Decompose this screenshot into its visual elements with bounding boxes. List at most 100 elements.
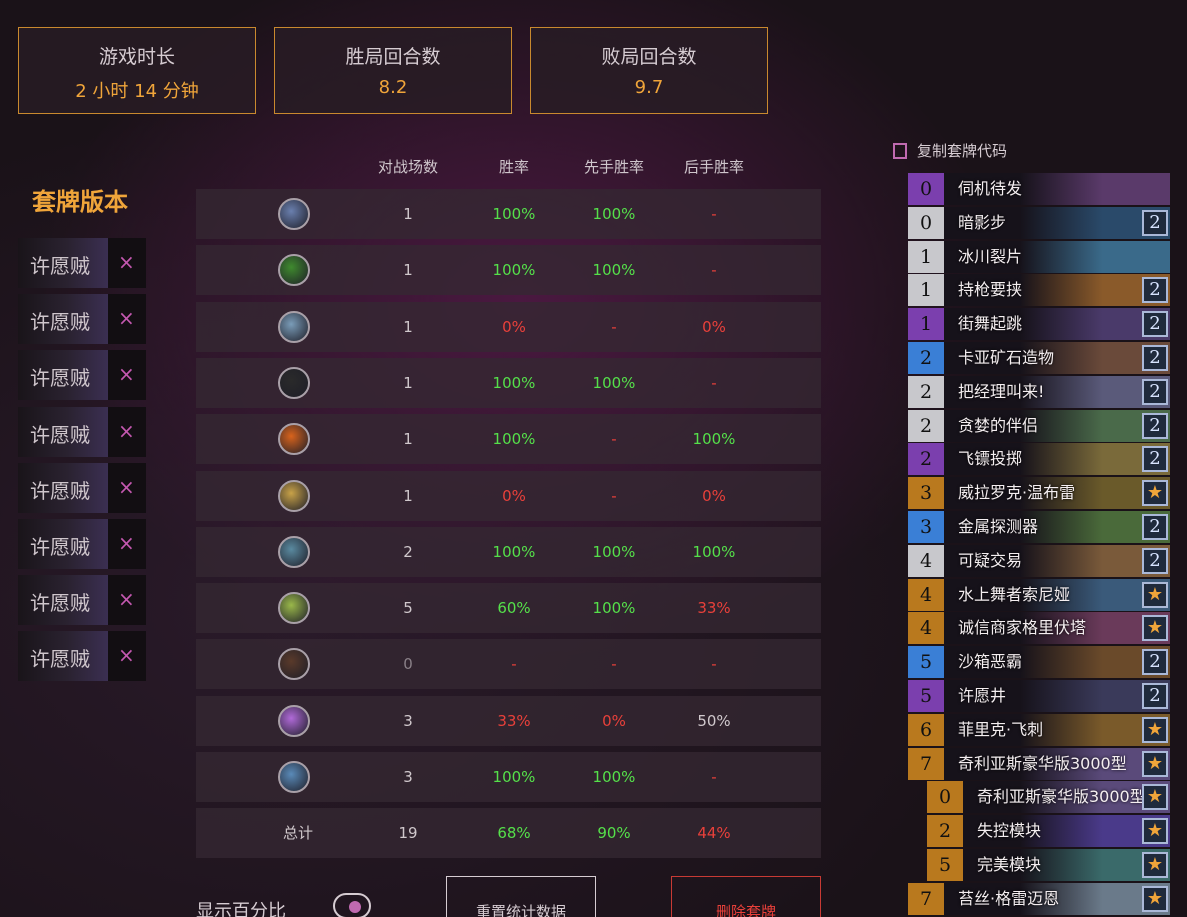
remove-version-button[interactable]: × — [118, 419, 135, 443]
second-winrate-cell: 100% — [692, 430, 736, 449]
warrior-class-icon — [278, 535, 310, 568]
deck-card[interactable]: 3 金属探测器 2 — [908, 511, 1170, 543]
card-count-badge: 2 — [1142, 547, 1168, 574]
remove-version-button[interactable]: × — [118, 643, 135, 667]
card-name: 冰川裂片 — [958, 246, 1023, 266]
deck-version-name: 许愿贼 — [30, 366, 90, 391]
remove-version-button[interactable]: × — [118, 587, 135, 611]
card-cost: 0 — [927, 781, 963, 814]
header-games: 对战场数 — [377, 158, 438, 176]
deck-version-item[interactable]: 许愿贼 × — [18, 631, 146, 682]
deck-version-item[interactable]: 许愿贼 × — [18, 462, 146, 513]
deck-card[interactable]: 4 可疑交易 2 — [908, 544, 1170, 577]
card-count-badge: 2 — [1142, 683, 1168, 709]
copy-deck-code-label: 复制套牌代码 — [917, 142, 1008, 160]
deck-version-item[interactable]: 许愿贼 × — [18, 519, 146, 569]
deck-card[interactable]: 5 完美模块 ★ — [927, 849, 1170, 881]
deck-card[interactable]: 3 威拉罗克·温布雷 ★ — [908, 477, 1170, 510]
remove-version-button[interactable]: × — [118, 250, 135, 274]
remove-version-button[interactable]: × — [118, 531, 135, 555]
card-name: 沙箱恶霸 — [958, 652, 1023, 672]
deck-card[interactable]: 6 菲里克·飞刺 ★ — [908, 713, 1170, 746]
copy-deck-code-button[interactable]: 复制套牌代码 — [893, 140, 1007, 161]
second-winrate-cell: 0% — [702, 317, 726, 336]
deck-card[interactable]: 1 街舞起跳 2 — [908, 308, 1170, 341]
second-winrate-cell: 100% — [692, 542, 736, 561]
matchup-row: 3 100% 100% - — [196, 752, 821, 802]
deck-card[interactable]: 0 伺机待发 — [908, 173, 1170, 205]
card-count-badge: 2 — [1142, 446, 1168, 473]
card-cost: 0 — [908, 173, 944, 205]
deck-version-name: 许愿贼 — [30, 254, 90, 278]
card-name: 金属探测器 — [958, 517, 1039, 536]
show-percent-label: 显示百分比 — [196, 901, 286, 917]
card-count-badge: 2 — [1142, 345, 1168, 371]
legendary-star-icon: ★ — [1142, 750, 1168, 777]
deck-card[interactable]: 5 许愿井 2 — [908, 680, 1170, 712]
legendary-star-icon: ★ — [1142, 784, 1168, 811]
reset-stats-button[interactable]: 重置统计数据 — [446, 876, 596, 917]
card-name: 贪婪的伴侣 — [958, 415, 1039, 435]
games-cell: 0 — [403, 655, 413, 674]
card-name: 暗影步 — [958, 212, 1007, 232]
card-count-badge: 2 — [1142, 514, 1168, 540]
deck-version-name: 许愿贼 — [30, 310, 90, 335]
warlock-class-icon — [278, 648, 310, 681]
delete-deck-button[interactable]: 删除套牌 — [671, 876, 821, 917]
deck-card[interactable]: 2 失控模块 ★ — [927, 815, 1170, 848]
deck-version-item[interactable]: 许愿贼 × — [18, 238, 146, 288]
remove-version-button[interactable]: × — [118, 306, 135, 330]
deck-card[interactable]: 2 飞镖投掷 2 — [908, 443, 1170, 476]
games-cell: 1 — [403, 261, 413, 280]
hunter-class-icon — [278, 254, 310, 287]
card-cost: 7 — [908, 747, 944, 780]
matchup-row: 0--- — [196, 639, 821, 690]
second-winrate-cell: - — [711, 373, 717, 392]
games-cell: 3 — [403, 711, 413, 730]
deck-card[interactable]: 7 奇利亚斯豪华版3000型 ★ — [908, 747, 1170, 780]
deck-card[interactable]: 0 暗影步 2 — [908, 206, 1170, 239]
deck-version-item[interactable]: 许愿贼 × — [18, 294, 146, 345]
deck-version-item[interactable]: 许愿贼 × — [18, 575, 146, 626]
card-cost: 0 — [908, 206, 944, 239]
card-name: 失控模块 — [977, 821, 1042, 841]
show-percent-toggle[interactable] — [333, 893, 371, 917]
remove-version-button[interactable]: × — [118, 475, 135, 499]
deck-versions-title: 套牌版本 — [32, 188, 128, 216]
card-cost: 5 — [927, 849, 963, 881]
deck-card[interactable]: 2 卡亚矿石造物 2 — [908, 342, 1170, 374]
deck-version-name: 许愿贼 — [30, 478, 90, 503]
second-winrate-cell: - — [711, 655, 717, 674]
card-name: 奇利亚斯豪华版3000型 — [977, 787, 1146, 807]
games-cell: 19 — [398, 824, 418, 842]
stat-label: 胜局回合数 — [345, 46, 441, 68]
second-winrate-cell: - — [711, 261, 717, 280]
deck-card[interactable]: 4 水上舞者索尼娅 ★ — [908, 578, 1170, 611]
deck-card[interactable]: 5 沙箱恶霸 2 — [908, 646, 1170, 679]
deck-card[interactable]: 1 持枪要挟 2 — [908, 274, 1170, 307]
rogue-class-icon — [278, 366, 310, 399]
deck-card[interactable]: 2 贪婪的伴侣 2 — [908, 409, 1170, 442]
deck-version-item[interactable]: 许愿贼 × — [18, 406, 146, 457]
deck-card[interactable]: 0 奇利亚斯豪华版3000型 ★ — [927, 781, 1170, 814]
deck-card[interactable]: 2 把经理叫来! 2 — [908, 375, 1170, 408]
card-name: 持枪要挟 — [958, 280, 1023, 300]
matchup-row: 3 33% 0% 50% — [196, 695, 821, 746]
card-cost: 7 — [908, 882, 944, 915]
remove-version-button[interactable]: × — [118, 362, 135, 386]
card-name: 飞镖投掷 — [958, 449, 1023, 469]
card-cost: 6 — [908, 713, 944, 746]
druid-class-icon — [278, 592, 310, 625]
card-count-badge: 2 — [1142, 209, 1168, 236]
legendary-star-icon: ★ — [1142, 852, 1168, 878]
legendary-star-icon: ★ — [1142, 581, 1168, 608]
second-winrate-cell: - — [711, 205, 717, 223]
deck-version-name: 许愿贼 — [30, 422, 90, 447]
deck-card[interactable]: 4 诚信商家格里伏塔 ★ — [908, 612, 1170, 645]
deck-card[interactable]: 7 苔丝·格雷迈恩 ★ — [908, 882, 1170, 915]
header-second-winrate: 后手胜率 — [683, 158, 744, 176]
card-cost: 1 — [908, 274, 944, 307]
deck-version-item[interactable]: 许愿贼 × — [18, 350, 146, 401]
deck-card[interactable]: 1 冰川裂片 — [908, 240, 1170, 273]
matchup-row: 1 100% 100% - — [196, 245, 821, 296]
